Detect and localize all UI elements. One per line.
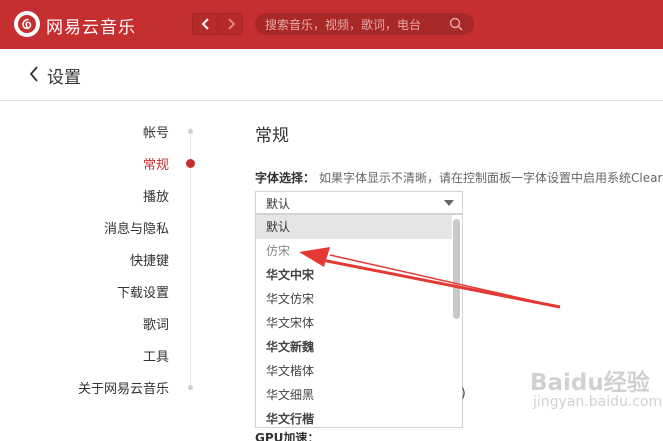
search-input[interactable]: 搜索音乐，视频，歌词，电台 (255, 13, 474, 35)
section-title: 常规 (255, 126, 289, 146)
sidebar-dot (188, 129, 193, 134)
font-select-label: 字体选择： (255, 171, 316, 185)
watermark-text: Baidu经验 (530, 370, 650, 396)
font-option[interactable]: 华文细黑 (256, 383, 452, 407)
scrollbar-thumb[interactable] (453, 219, 460, 319)
forward-button[interactable] (217, 13, 243, 35)
settings-sidebar: 帐号 常规 播放 消息与隐私 快捷键 下载设置 歌词 工具 关于网易云音乐 (0, 118, 200, 408)
font-option[interactable]: 仿宋 (256, 239, 452, 263)
font-option[interactable]: 默认 (256, 215, 452, 239)
sidebar-item-tools[interactable]: 工具 (143, 346, 169, 365)
chevron-left-icon (201, 18, 209, 30)
font-option[interactable]: 华文中宋 (256, 263, 452, 287)
chevron-right-icon (228, 18, 236, 30)
sidebar-item-account[interactable]: 帐号 (143, 122, 169, 141)
font-option[interactable]: 华文仿宋 (256, 287, 452, 311)
font-select-value: 默认 (266, 197, 291, 211)
caret-down-icon (444, 200, 454, 206)
netease-logo-icon[interactable] (14, 11, 40, 37)
search-icon[interactable] (449, 17, 463, 31)
title-bar: 网易云音乐 搜索音乐，视频，歌词，电台 (0, 0, 663, 49)
font-option[interactable]: 华文宋体 (256, 311, 452, 335)
sidebar-dot (188, 385, 193, 390)
page-title: 设置 (47, 68, 81, 88)
sidebar-dot-active (186, 159, 195, 168)
sidebar-item-playback[interactable]: 播放 (143, 186, 169, 205)
back-button[interactable] (192, 13, 218, 35)
search-placeholder: 搜索音乐，视频，歌词，电台 (265, 18, 422, 32)
font-select-hint: 如果字体显示不清晰，请在控制面板一字体设置中启用系统Clear (319, 171, 663, 185)
font-dropdown-list[interactable]: 默认 仿宋 华文中宋 华文仿宋 华文宋体 华文新魏 华文楷体 华文细黑 华文行楷 (255, 214, 463, 428)
partial-text: ) (461, 386, 466, 400)
sidebar-item-privacy[interactable]: 消息与隐私 (104, 218, 169, 237)
dropdown-scrollbar[interactable] (453, 217, 460, 425)
watermark-subtext: jingyan.baidu.com (533, 394, 663, 410)
sidebar-item-general[interactable]: 常规 (143, 154, 169, 173)
history-nav (192, 13, 244, 35)
font-option[interactable]: 华文行楷 (256, 407, 452, 427)
sidebar-item-shortcuts[interactable]: 快捷键 (130, 250, 169, 269)
chevron-left-icon[interactable] (28, 66, 40, 82)
font-option[interactable]: 华文楷体 (256, 359, 452, 383)
sidebar-item-about[interactable]: 关于网易云音乐 (78, 378, 169, 397)
settings-header: 设置 (0, 49, 663, 101)
font-option[interactable]: 华文新魏 (256, 335, 452, 359)
gpu-acceleration-label: GPU加速： (255, 431, 320, 441)
sidebar-item-lyrics[interactable]: 歌词 (143, 314, 169, 333)
app-title: 网易云音乐 (46, 18, 136, 38)
font-select[interactable]: 默认 (255, 191, 463, 214)
sidebar-item-download[interactable]: 下载设置 (117, 282, 169, 301)
